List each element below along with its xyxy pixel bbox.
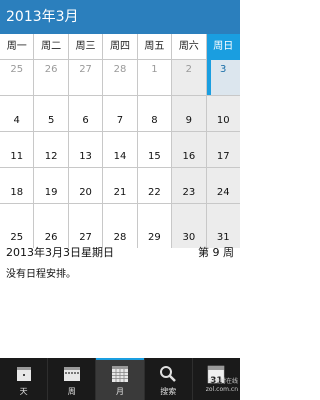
day-cell[interactable]: 1 [138,60,173,95]
day-number: 3 [220,64,227,75]
day-cell[interactable]: 27 [69,60,104,95]
day-cell[interactable]: 8 [138,96,173,131]
day-number: 11 [10,151,24,162]
weekday-fri: 周五 [138,34,173,60]
day-number: 4 [13,115,20,126]
month-title-bar: 2013年3月 [0,0,240,34]
tab-month-label: 月 [116,387,124,396]
weekday-header: 周一 周二 周三 周四 周五 周六 周日 [0,34,240,60]
month-grid: 25 26 27 28 1 2 3 4 5 6 7 8 9 10 11 12 1… [0,60,240,248]
tab-search[interactable]: 搜索 [145,358,193,400]
day-number: 24 [216,187,230,198]
search-icon [160,366,177,382]
day-number: 15 [148,151,161,162]
day-number: 1 [151,64,158,75]
day-detail-header: 2013年3月3日星期日 第 9 周 [0,242,240,260]
day-cell[interactable]: 18 [0,168,35,203]
month-view-icon [112,366,128,382]
tab-day-label: 天 [19,387,28,396]
day-cell[interactable]: 14 [103,132,138,167]
tab-week[interactable]: 周 [48,358,97,400]
day-cell[interactable]: 22 [138,168,173,203]
day-cell[interactable]: 25 [0,60,35,95]
day-cell[interactable]: 16 [172,132,207,167]
weekday-wed: 周三 [69,34,104,60]
tab-week-label: 周 [67,387,76,396]
day-cell[interactable]: 19 [34,168,69,203]
day-cell[interactable]: 4 [0,96,35,131]
bottom-tab-bar: 天 周 月 搜索 31 [0,358,240,400]
day-cell[interactable]: 6 [69,96,104,131]
day-number: 21 [113,187,127,198]
day-cell[interactable]: 5 [34,96,69,131]
day-number: 23 [182,187,196,198]
no-events-message: 没有日程安排。 [6,269,76,280]
day-cell[interactable]: 9 [172,96,207,131]
day-cell[interactable]: 20 [69,168,104,203]
watermark-line1: 中关村在线 [207,378,238,385]
day-cell[interactable]: 23 [172,168,207,203]
day-cell[interactable]: 13 [69,132,104,167]
day-cell[interactable]: 11 [0,132,35,167]
day-number: 13 [79,151,92,162]
day-cell[interactable]: 7 [103,96,138,131]
day-number: 2 [185,64,192,75]
weekday-tue: 周二 [34,34,69,60]
day-number: 9 [185,115,192,126]
selected-day-cell[interactable]: 3 [206,60,240,95]
weekday-thu: 周四 [103,34,138,60]
month-title: 2013年3月 [6,9,79,25]
day-number: 10 [216,115,230,126]
watermark-line2: zol.com.cn [205,386,238,393]
day-number: 14 [113,151,127,162]
week-view-icon [63,367,80,381]
tab-search-label: 搜索 [160,387,177,396]
day-number: 25 [10,64,24,75]
tab-day[interactable]: 天 [0,358,49,400]
day-cell[interactable]: 17 [206,132,240,167]
week-number-label: 第 9 周 [198,246,234,259]
day-number: 6 [82,115,89,126]
day-number: 12 [44,151,58,162]
day-cell[interactable]: 26 [34,60,69,95]
selected-date-label: 2013年3月3日星期日 [6,246,114,259]
day-number: 27 [79,64,92,75]
watermark: 中关村在线 zol.com.cn [206,378,238,394]
day-cell[interactable]: 24 [206,168,240,203]
week-row: 4 5 6 7 8 9 10 [0,96,240,132]
day-cell[interactable]: 12 [34,132,69,167]
day-number: 16 [182,151,196,162]
day-number: 26 [44,64,58,75]
day-number: 20 [79,187,92,198]
day-number: 17 [216,151,230,162]
day-cell[interactable]: 28 [103,60,138,95]
day-number: 5 [47,115,55,126]
day-view-icon [16,367,31,381]
day-number: 7 [116,115,124,126]
day-cell[interactable]: 21 [103,168,138,203]
day-cell[interactable]: 15 [138,132,173,167]
week-row: 18 19 20 21 22 23 24 [0,168,240,204]
weekday-mon: 周一 [0,34,35,60]
tab-month[interactable]: 月 [96,358,145,400]
day-number: 19 [44,187,58,198]
week-row: 25 26 27 28 1 2 3 [0,60,240,96]
weekday-sat: 周六 [172,34,207,60]
day-cell[interactable]: 2 [172,60,207,95]
day-number: 8 [151,115,158,126]
day-cell[interactable]: 10 [206,96,240,131]
day-number: 18 [10,187,24,198]
day-number: 28 [113,64,127,75]
weekday-sun: 周日 [206,34,240,60]
week-row: 11 12 13 14 15 16 17 [0,132,240,168]
day-number: 22 [148,187,161,198]
